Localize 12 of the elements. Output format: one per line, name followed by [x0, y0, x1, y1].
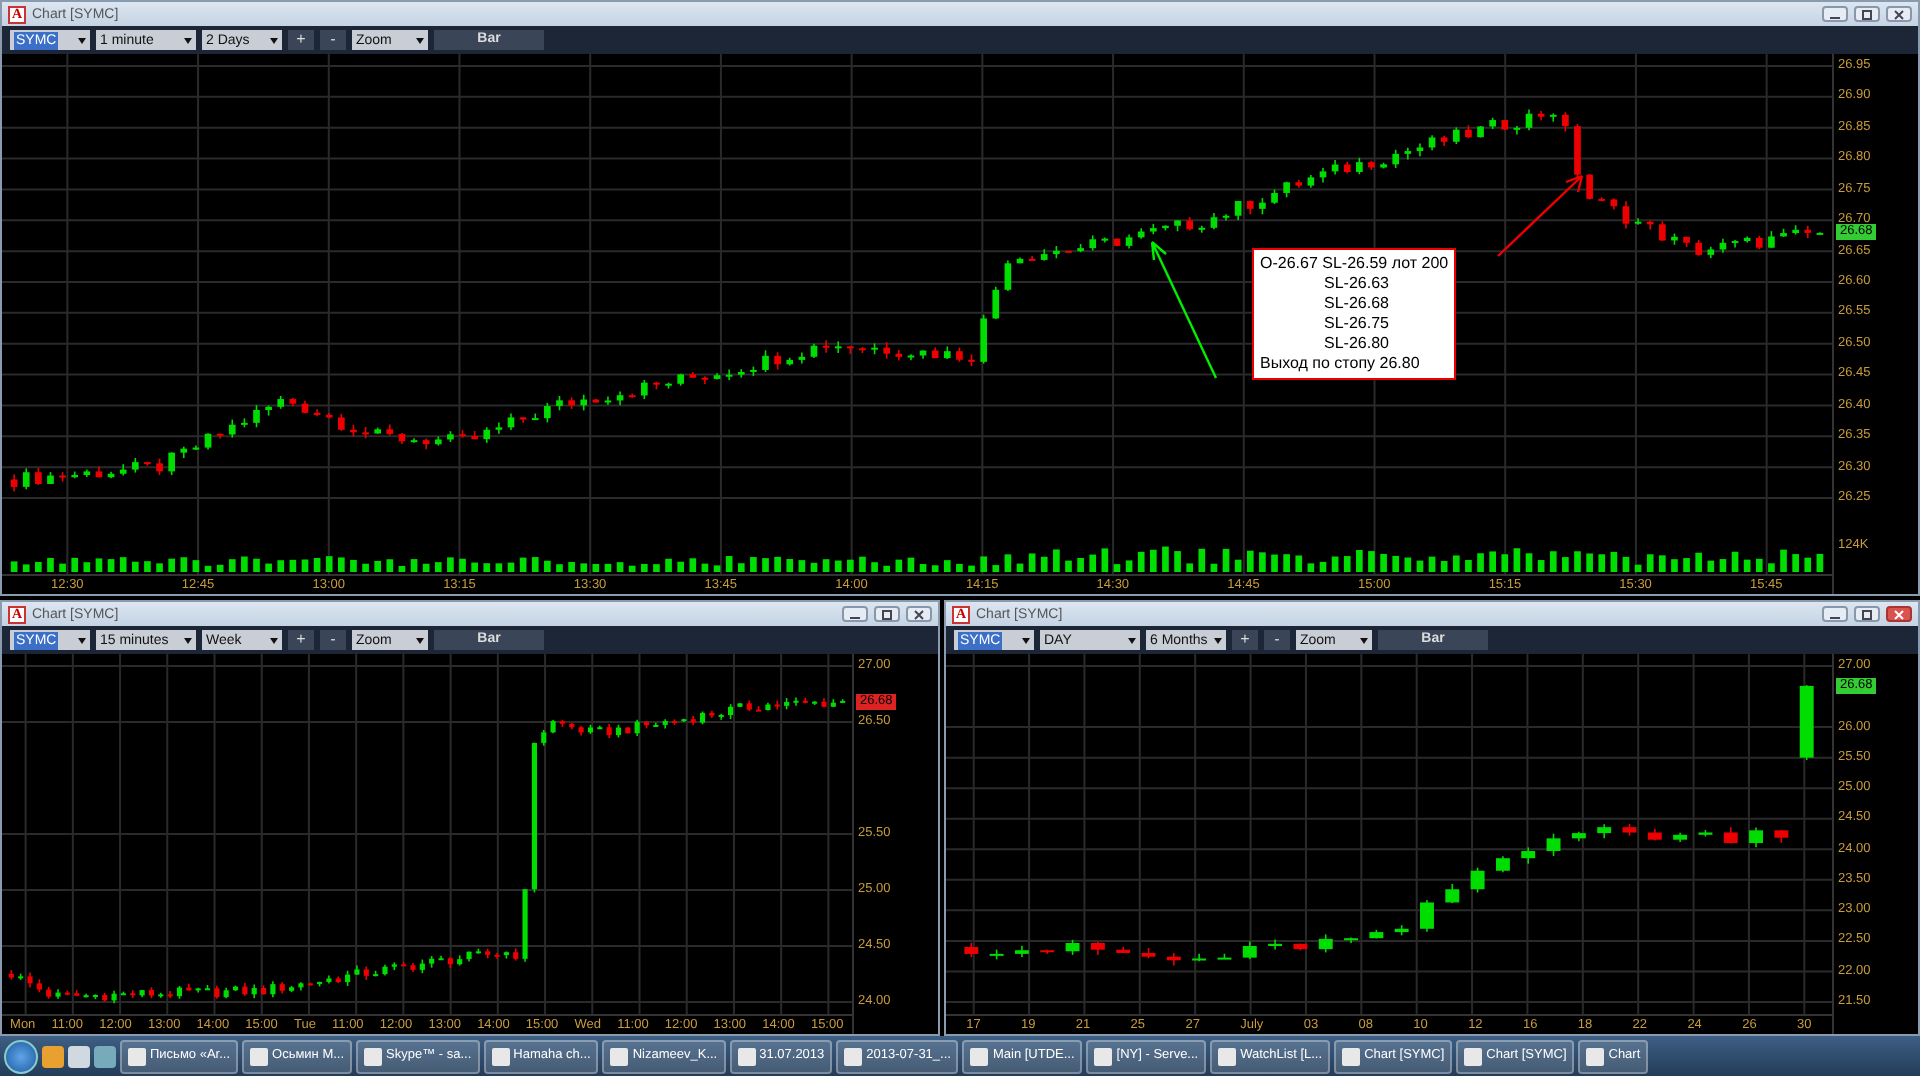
zoom-in-button[interactable]: +	[1232, 630, 1258, 650]
annotation-text: SL-26.75	[1322, 314, 1391, 334]
annotation-text: SL-26.80	[1322, 334, 1391, 354]
zoom-out-button[interactable]: -	[320, 30, 346, 50]
zoom-out-button[interactable]: -	[320, 630, 346, 650]
zoom-in-button[interactable]: +	[288, 30, 314, 50]
annotation-text: Выход по стопу 26.80	[1260, 354, 1422, 374]
annotation-text: O-26.67 SL-26.59 лот 200	[1260, 254, 1449, 274]
zoom-out-button[interactable]: -	[1264, 630, 1290, 650]
annotation-text: SL-26.63	[1322, 274, 1391, 294]
zoom-in-button[interactable]: +	[288, 630, 314, 650]
annotation-text: SL-26.68	[1322, 294, 1391, 314]
